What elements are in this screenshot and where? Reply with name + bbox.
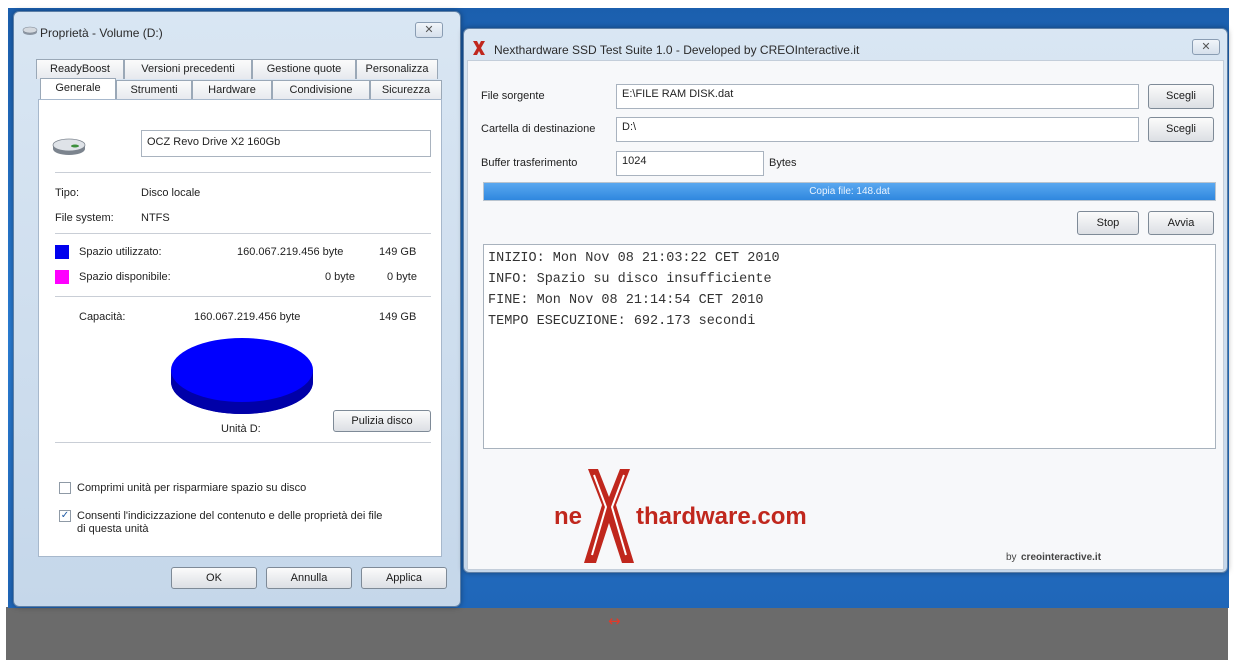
drive-icon	[22, 25, 38, 39]
close-button[interactable]: ✕	[415, 22, 443, 38]
log-line: FINE: Mon Nov 08 21:14:54 CET 2010	[488, 293, 764, 308]
divider	[55, 296, 431, 297]
log-line: INIZIO: Mon Nov 08 21:03:22 CET 2010	[488, 251, 780, 266]
used-bytes: 160.067.219.456 byte	[237, 246, 344, 258]
index-label: Consenti l'indicizzazione del contenuto …	[77, 510, 383, 522]
fs-value: NTFS	[141, 212, 170, 224]
free-gb: 0 byte	[387, 271, 417, 283]
resize-arrows-icon[interactable]: ↔	[608, 612, 621, 630]
ssd-test-window: Nexthardware SSD Test Suite 1.0 - Develo…	[463, 28, 1228, 573]
x-logo-icon	[584, 469, 634, 563]
type-label: Tipo:	[55, 187, 80, 199]
close-button[interactable]: ✕	[1192, 39, 1220, 55]
buffer-input[interactable]: 1024	[616, 151, 764, 176]
ssd-panel: File sorgente E:\FILE RAM DISK.dat Scegl…	[467, 60, 1224, 570]
capacity-label: Capacità:	[79, 311, 126, 323]
index-label-line2: di questa unità	[77, 523, 149, 535]
credit-by: by	[1006, 552, 1017, 563]
free-space-swatch	[55, 270, 69, 284]
capacity-gb: 149 GB	[379, 311, 417, 323]
tab-previous-versions[interactable]: Versioni precedenti	[124, 59, 252, 79]
index-checkbox[interactable]: ✓	[59, 510, 71, 522]
divider	[55, 233, 431, 234]
destination-label: Cartella di destinazione	[481, 123, 596, 135]
general-panel: OCZ Revo Drive X2 160Gb Tipo: Disco loca…	[38, 99, 442, 557]
source-label: File sorgente	[481, 90, 545, 102]
disk-usage-pie	[171, 338, 313, 414]
logo-ne: ne	[554, 503, 583, 530]
copy-progress-bar: Copia file: 148.dat	[483, 182, 1216, 201]
drive-label: Unità D:	[221, 423, 261, 435]
tab-general[interactable]: Generale	[40, 78, 116, 100]
compress-checkbox[interactable]	[59, 482, 71, 494]
tab-customize[interactable]: Personalizza	[356, 59, 438, 79]
tab-readyboost[interactable]: ReadyBoost	[36, 59, 124, 79]
tab-quota[interactable]: Gestione quote	[252, 59, 356, 79]
free-bytes: 0 byte	[325, 271, 355, 283]
type-value: Disco locale	[141, 187, 201, 199]
buffer-unit: Bytes	[769, 157, 797, 169]
ssd-titlebar[interactable]: Nexthardware SSD Test Suite 1.0 - Develo…	[464, 29, 1227, 63]
tab-tools[interactable]: Strumenti	[116, 80, 192, 100]
x-logo-icon	[472, 40, 486, 59]
tab-hardware[interactable]: Hardware	[192, 80, 272, 100]
log-line: INFO: Spazio su disco insufficiente	[488, 272, 772, 287]
used-gb: 149 GB	[379, 246, 417, 258]
apply-button[interactable]: Applica	[361, 567, 447, 589]
divider	[55, 172, 431, 173]
buffer-label: Buffer trasferimento	[481, 157, 578, 169]
log-output[interactable]: INIZIO: Mon Nov 08 21:03:22 CET 2010 INF…	[483, 244, 1216, 449]
destination-input[interactable]: D:\	[616, 117, 1139, 142]
used-space-swatch	[55, 245, 69, 259]
choose-destination-button[interactable]: Scegli	[1148, 117, 1214, 142]
stop-button[interactable]: Stop	[1077, 211, 1139, 235]
choose-source-button[interactable]: Scegli	[1148, 84, 1214, 109]
log-line: TEMPO ESECUZIONE: 692.173 secondi	[488, 314, 756, 329]
nexthardware-logo: ne thardware.com	[548, 461, 848, 571]
logo-thardware: thardware.com	[636, 503, 807, 530]
capacity-bytes: 160.067.219.456 byte	[194, 311, 301, 323]
fs-label: File system:	[55, 212, 114, 224]
disk-cleanup-button[interactable]: Pulizia disco	[333, 410, 431, 432]
used-label: Spazio utilizzato:	[79, 246, 162, 258]
properties-window: Proprietà - Volume (D:) ✕ ReadyBoost Ver…	[13, 11, 461, 607]
compress-label: Comprimi unità per risparmiare spazio su…	[77, 482, 307, 494]
ok-button[interactable]: OK	[171, 567, 257, 589]
tab-security[interactable]: Sicurezza	[370, 80, 442, 100]
volume-name-input[interactable]: OCZ Revo Drive X2 160Gb	[141, 130, 431, 157]
window-title: Proprietà - Volume (D:)	[40, 26, 163, 40]
credit-creointeractive: creointeractive.it	[1021, 552, 1102, 563]
source-input[interactable]: E:\FILE RAM DISK.dat	[616, 84, 1139, 109]
tab-sharing[interactable]: Condivisione	[272, 80, 370, 100]
progress-text: Copia file: 148.dat	[809, 186, 890, 197]
window-title: Nexthardware SSD Test Suite 1.0 - Develo…	[494, 43, 860, 57]
free-label: Spazio disponibile:	[79, 271, 171, 283]
cancel-button[interactable]: Annulla	[266, 567, 352, 589]
desktop: Proprietà - Volume (D:) ✕ ReadyBoost Ver…	[8, 8, 1229, 608]
start-button[interactable]: Avvia	[1148, 211, 1214, 235]
hard-drive-icon	[51, 135, 87, 160]
divider	[55, 442, 431, 443]
properties-titlebar[interactable]: Proprietà - Volume (D:) ✕	[14, 12, 460, 46]
